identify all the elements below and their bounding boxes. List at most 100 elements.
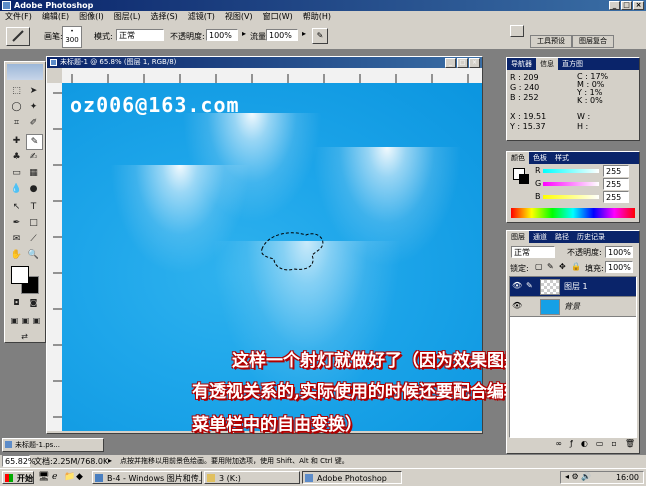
move-tool-icon[interactable]: ➤ xyxy=(26,84,41,98)
brush-tool-icon[interactable]: ✎ xyxy=(26,134,43,150)
screen-mode-full-icon[interactable]: ▣ xyxy=(29,314,44,328)
marquee-tool-icon[interactable]: ⬚ xyxy=(9,84,24,98)
taskbar-item-drive[interactable]: 3 (K:) xyxy=(204,471,300,484)
lock-all-icon[interactable]: 🔒 xyxy=(571,262,581,271)
eyedropper-tool-icon[interactable]: ⟋ xyxy=(26,232,41,246)
flow-input[interactable]: 100% xyxy=(266,29,298,41)
lock-position-icon[interactable]: ✥ xyxy=(559,262,566,271)
opacity-input[interactable]: 100% xyxy=(206,29,238,41)
quicklaunch-app-icon[interactable]: ◆ xyxy=(76,472,83,482)
healing-brush-tool-icon[interactable]: ✚ xyxy=(9,134,24,148)
path-selection-tool-icon[interactable]: ↖ xyxy=(9,200,24,214)
palette-well-menu-icon[interactable] xyxy=(510,25,524,37)
tab-styles[interactable]: 样式 xyxy=(551,152,573,164)
minimized-document[interactable]: 未标题-1.ps... xyxy=(2,438,104,452)
layer-row[interactable]: 👁 背景 xyxy=(510,297,636,317)
tab-histogram[interactable]: 直方图 xyxy=(558,58,587,70)
lock-transparency-icon[interactable]: ▢ xyxy=(535,262,543,271)
magic-wand-tool-icon[interactable]: ✦ xyxy=(26,100,41,114)
brush-size-picker[interactable]: • 300 xyxy=(62,26,82,48)
taskbar-item-photoshop[interactable]: Adobe Photoshop xyxy=(302,471,402,484)
blue-slider[interactable] xyxy=(543,195,599,199)
tab-paths[interactable]: 路径 xyxy=(551,231,573,243)
eye-icon[interactable]: 👁 xyxy=(512,301,522,310)
lock-image-icon[interactable]: ✎ xyxy=(547,262,554,271)
trash-icon[interactable]: 🗑 xyxy=(625,439,635,449)
menu-view[interactable]: 视图(V) xyxy=(220,11,258,23)
jump-to-imageready-icon[interactable]: ⇄ xyxy=(17,330,32,344)
zoom-level-input[interactable]: 65.82% xyxy=(2,455,36,467)
maximize-button[interactable]: □ xyxy=(621,1,632,10)
zoom-tool-icon[interactable]: 🔍 xyxy=(26,248,41,262)
doc-minimize-button[interactable]: _ xyxy=(445,58,456,68)
quicklaunch-folder-icon[interactable]: 📁 xyxy=(64,472,75,482)
tab-channels[interactable]: 通道 xyxy=(529,231,551,243)
menu-filter[interactable]: 滤镜(T) xyxy=(183,11,220,23)
standard-mode-icon[interactable]: ◘ xyxy=(9,296,24,310)
color-spectrum-ramp[interactable] xyxy=(511,208,635,218)
slice-tool-icon[interactable]: ✐ xyxy=(26,116,41,130)
blur-tool-icon[interactable]: 💧 xyxy=(9,182,24,196)
blend-mode-select[interactable]: 正常 xyxy=(511,246,555,258)
opacity-dropdown-icon[interactable]: ▸ xyxy=(242,29,246,38)
eraser-tool-icon[interactable]: ▭ xyxy=(9,166,24,180)
doc-close-button[interactable]: × xyxy=(469,58,480,68)
pen-tool-icon[interactable]: ✒ xyxy=(9,216,24,230)
minimize-button[interactable]: _ xyxy=(609,1,620,10)
vertical-ruler[interactable] xyxy=(47,83,63,431)
adobe-online-logo-icon[interactable] xyxy=(7,64,43,80)
document-titlebar[interactable]: 未标题-1 @ 65.8% (图层 1, RGB/8) _ □ × xyxy=(47,57,482,68)
gradient-tool-icon[interactable]: ▦ xyxy=(26,166,41,180)
menu-edit[interactable]: 编辑(E) xyxy=(37,11,74,23)
eye-icon[interactable]: 👁 xyxy=(512,281,522,290)
red-value[interactable]: 255 xyxy=(603,165,629,177)
tab-layers[interactable]: 图层 xyxy=(507,231,529,243)
taskbar-item-image-viewer[interactable]: B-4 - Windows 图片和传... xyxy=(92,471,202,484)
menu-file[interactable]: 文件(F) xyxy=(0,11,37,23)
quick-mask-icon[interactable]: ◙ xyxy=(26,296,41,310)
show-desktop-icon[interactable]: 🖥 xyxy=(38,472,49,482)
ie-icon[interactable]: ℯ xyxy=(52,472,57,482)
layer-style-icon[interactable]: ƒ xyxy=(570,439,573,449)
mode-select[interactable]: 正常 xyxy=(116,29,164,41)
new-layer-icon[interactable]: ▫ xyxy=(611,439,616,449)
flow-dropdown-icon[interactable]: ▸ xyxy=(302,29,306,38)
tab-tool-presets[interactable]: 工具预设 xyxy=(530,35,572,48)
hand-tool-icon[interactable]: ✋ xyxy=(9,248,24,262)
tab-history[interactable]: 历史记录 xyxy=(573,231,609,243)
new-set-icon[interactable]: ▭ xyxy=(596,439,604,449)
green-slider[interactable] xyxy=(543,182,599,186)
link-icon[interactable]: ∞ xyxy=(555,439,562,449)
menu-layer[interactable]: 图层(L) xyxy=(109,11,146,23)
menu-window[interactable]: 窗口(W) xyxy=(258,11,298,23)
notes-tool-icon[interactable]: ✉ xyxy=(9,232,24,246)
doc-maximize-button[interactable]: □ xyxy=(457,58,468,68)
red-slider[interactable] xyxy=(543,169,599,173)
dodge-tool-icon[interactable]: ● xyxy=(26,182,41,196)
lasso-tool-icon[interactable]: ◯ xyxy=(9,100,24,114)
layer-row[interactable]: 👁 ✎ 图层 1 xyxy=(510,277,636,297)
tab-info[interactable]: 信息 xyxy=(536,58,558,70)
start-button[interactable]: 开始 xyxy=(2,471,34,484)
history-brush-tool-icon[interactable]: ✍ xyxy=(26,150,41,164)
tray-icons[interactable]: ◂ ⚙ 🔊 xyxy=(565,472,591,481)
airbrush-toggle[interactable]: ✎ xyxy=(312,28,328,44)
layer-fill-input[interactable]: 100% xyxy=(605,261,633,273)
blue-value[interactable]: 255 xyxy=(603,191,629,203)
shape-tool-icon[interactable]: □ xyxy=(26,216,41,230)
color-bg-swatch[interactable] xyxy=(519,174,529,184)
mask-icon[interactable]: ◐ xyxy=(581,439,588,449)
brush-tool-preset-button[interactable] xyxy=(6,27,30,46)
clone-stamp-tool-icon[interactable]: ♣ xyxy=(9,150,24,164)
menu-help[interactable]: 帮助(H) xyxy=(298,11,336,23)
status-arrow-icon[interactable]: ▸ xyxy=(108,456,112,465)
tab-swatches[interactable]: 色板 xyxy=(529,152,551,164)
layer-opacity-input[interactable]: 100% xyxy=(605,246,633,258)
crop-tool-icon[interactable]: ⌗ xyxy=(9,116,24,130)
green-value[interactable]: 255 xyxy=(603,178,629,190)
tab-color[interactable]: 颜色 xyxy=(507,152,529,164)
tab-layer-comps[interactable]: 图层复合 xyxy=(572,35,614,48)
menu-image[interactable]: 图像(I) xyxy=(74,11,109,23)
type-tool-icon[interactable]: T xyxy=(26,200,41,214)
horizontal-ruler[interactable] xyxy=(62,68,482,84)
